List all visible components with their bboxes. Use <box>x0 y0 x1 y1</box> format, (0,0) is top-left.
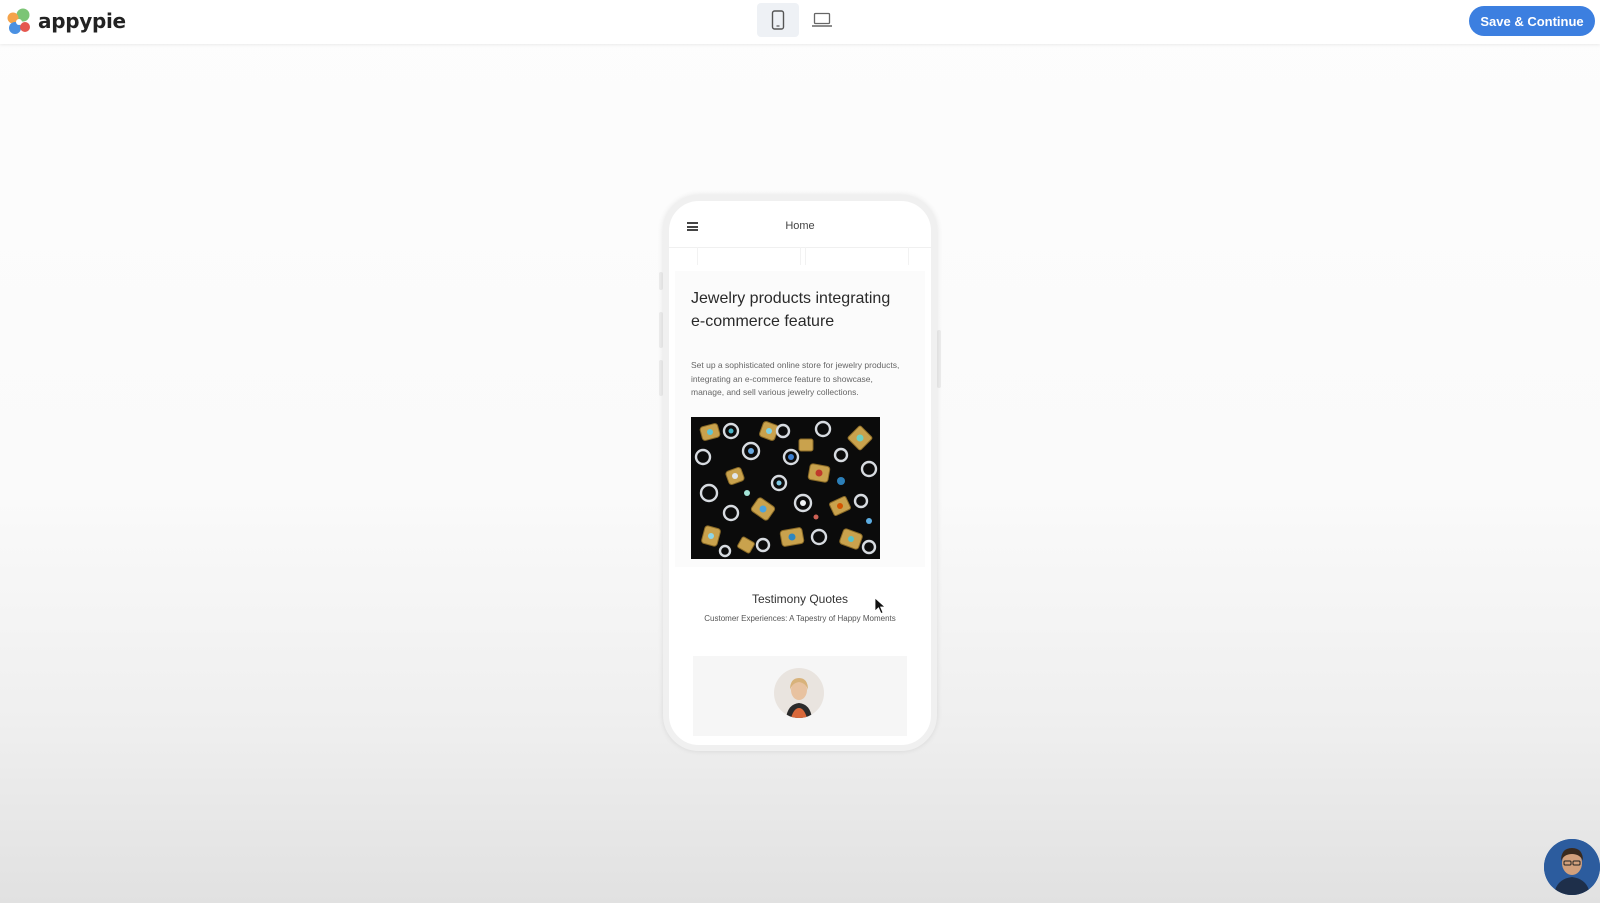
preview-nav-title: Home <box>785 220 815 232</box>
mouse-pointer-icon <box>874 597 886 615</box>
appypie-logo-icon <box>7 8 30 34</box>
app-name: appypie <box>38 9 126 33</box>
jewelry-image <box>691 417 880 559</box>
laptop-icon <box>812 12 832 27</box>
preview-nav-placeholder <box>697 247 909 265</box>
phone-side-button <box>937 330 941 388</box>
device-toggle <box>757 3 843 37</box>
appypie-logo[interactable]: appypie <box>4 5 126 37</box>
hero-title: Jewelry products integrating e-commerce … <box>691 290 891 330</box>
preview-nav-bar: Home <box>669 201 931 248</box>
mobile-view-button[interactable] <box>757 3 799 37</box>
testimony-subtitle: Customer Experiences: A Tapestry of Happ… <box>704 614 896 623</box>
save-continue-button[interactable]: Save & Continue <box>1469 6 1595 36</box>
testimony-title: Testimony Quotes <box>751 592 849 606</box>
hero-description: Set up a sophisticated online store for … <box>691 360 900 397</box>
top-bar: appypie Save & Continue <box>0 0 1600 44</box>
testimonial-avatar <box>774 668 824 718</box>
desktop-view-button[interactable] <box>801 3 843 37</box>
mobile-preview-frame: Home Jewelry products integrating e-comm… <box>663 195 937 751</box>
user-avatar[interactable] <box>1544 839 1600 895</box>
mobile-phone-icon <box>771 10 785 30</box>
